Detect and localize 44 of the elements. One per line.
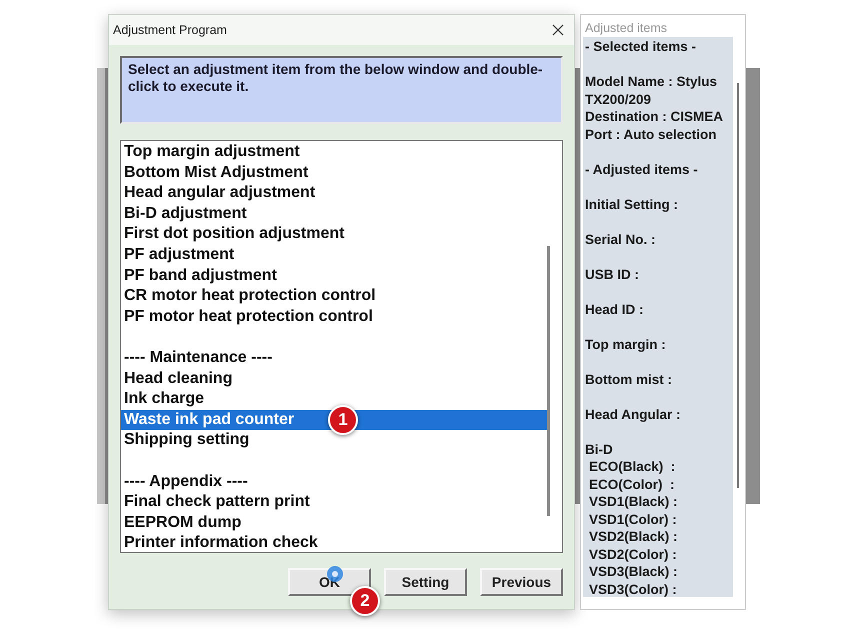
- panel-line: Bottom mist :: [585, 370, 673, 388]
- window-title: Adjustment Program: [113, 23, 227, 37]
- panel-line: VSD2(Color) :: [588, 546, 678, 563]
- list-heading[interactable]: ---- Maintenance ----: [121, 348, 547, 369]
- panel-title: Adjusted items: [584, 20, 668, 37]
- list-heading[interactable]: ---- Appendix ----: [121, 472, 547, 492]
- scrollbar[interactable]: [547, 246, 550, 516]
- close-icon[interactable]: [552, 24, 564, 36]
- panel-line: Head Angular :: [585, 406, 682, 423]
- panel-line: Top margin :: [585, 336, 667, 353]
- list-item[interactable]: CR motor heat protection control: [121, 286, 547, 307]
- panel-line: VSD3(Color) :: [588, 580, 678, 598]
- previous-button[interactable]: Previous: [480, 568, 563, 596]
- list-item[interactable]: PF band adjustment: [121, 266, 547, 286]
- panel-line: Bi-D: [585, 440, 614, 458]
- list-item[interactable]: First dot position adjustment: [121, 224, 547, 245]
- list-item[interactable]: Bi-D adjustment: [121, 204, 547, 224]
- list-item[interactable]: Bottom Mist Adjustment: [121, 162, 547, 184]
- panel-line: ECO(Black) :: [588, 458, 676, 476]
- list-item[interactable]: Head cleaning: [121, 368, 547, 390]
- panel-line: ECO(Color) :: [588, 476, 676, 493]
- list-item[interactable]: Head angular adjustment: [121, 183, 547, 204]
- panel-line: Initial Setting :: [585, 196, 679, 213]
- panel-line: VSD2(Black) :: [588, 528, 679, 546]
- panel-line: Serial No. :: [585, 230, 657, 248]
- list-item[interactable]: Printer information check: [121, 533, 547, 552]
- panel-line: Head ID :: [585, 300, 645, 318]
- list-item[interactable]: PF motor heat protection control: [121, 306, 547, 328]
- panel-line: VSD1(Color) :: [588, 510, 678, 528]
- setting-button[interactable]: Setting: [384, 568, 467, 596]
- list-item[interactable]: Top margin adjustment: [121, 142, 547, 163]
- panel-line: VSD3(Black) :: [588, 563, 679, 580]
- instruction-text: Select an adjustment item from the below window and double-click to execute it.: [120, 56, 563, 124]
- list-item[interactable]: PF adjustment: [121, 244, 547, 266]
- panel-line: VSD1(Black) :: [588, 493, 679, 510]
- panel-line: Model Name : Stylus TX200/209: [585, 73, 718, 108]
- panel-line: - Selected items -: [585, 38, 698, 56]
- panel-line: - Adjusted items -: [585, 160, 699, 178]
- list-item[interactable]: EEPROM dump: [121, 512, 547, 534]
- panel-line: USB ID :: [585, 266, 640, 283]
- panel-line: Port : Auto selection: [585, 126, 718, 143]
- panel-line: Destination : CISMEA: [585, 108, 724, 126]
- scrollbar[interactable]: [737, 83, 739, 488]
- list-item[interactable]: Final check pattern print: [121, 492, 547, 513]
